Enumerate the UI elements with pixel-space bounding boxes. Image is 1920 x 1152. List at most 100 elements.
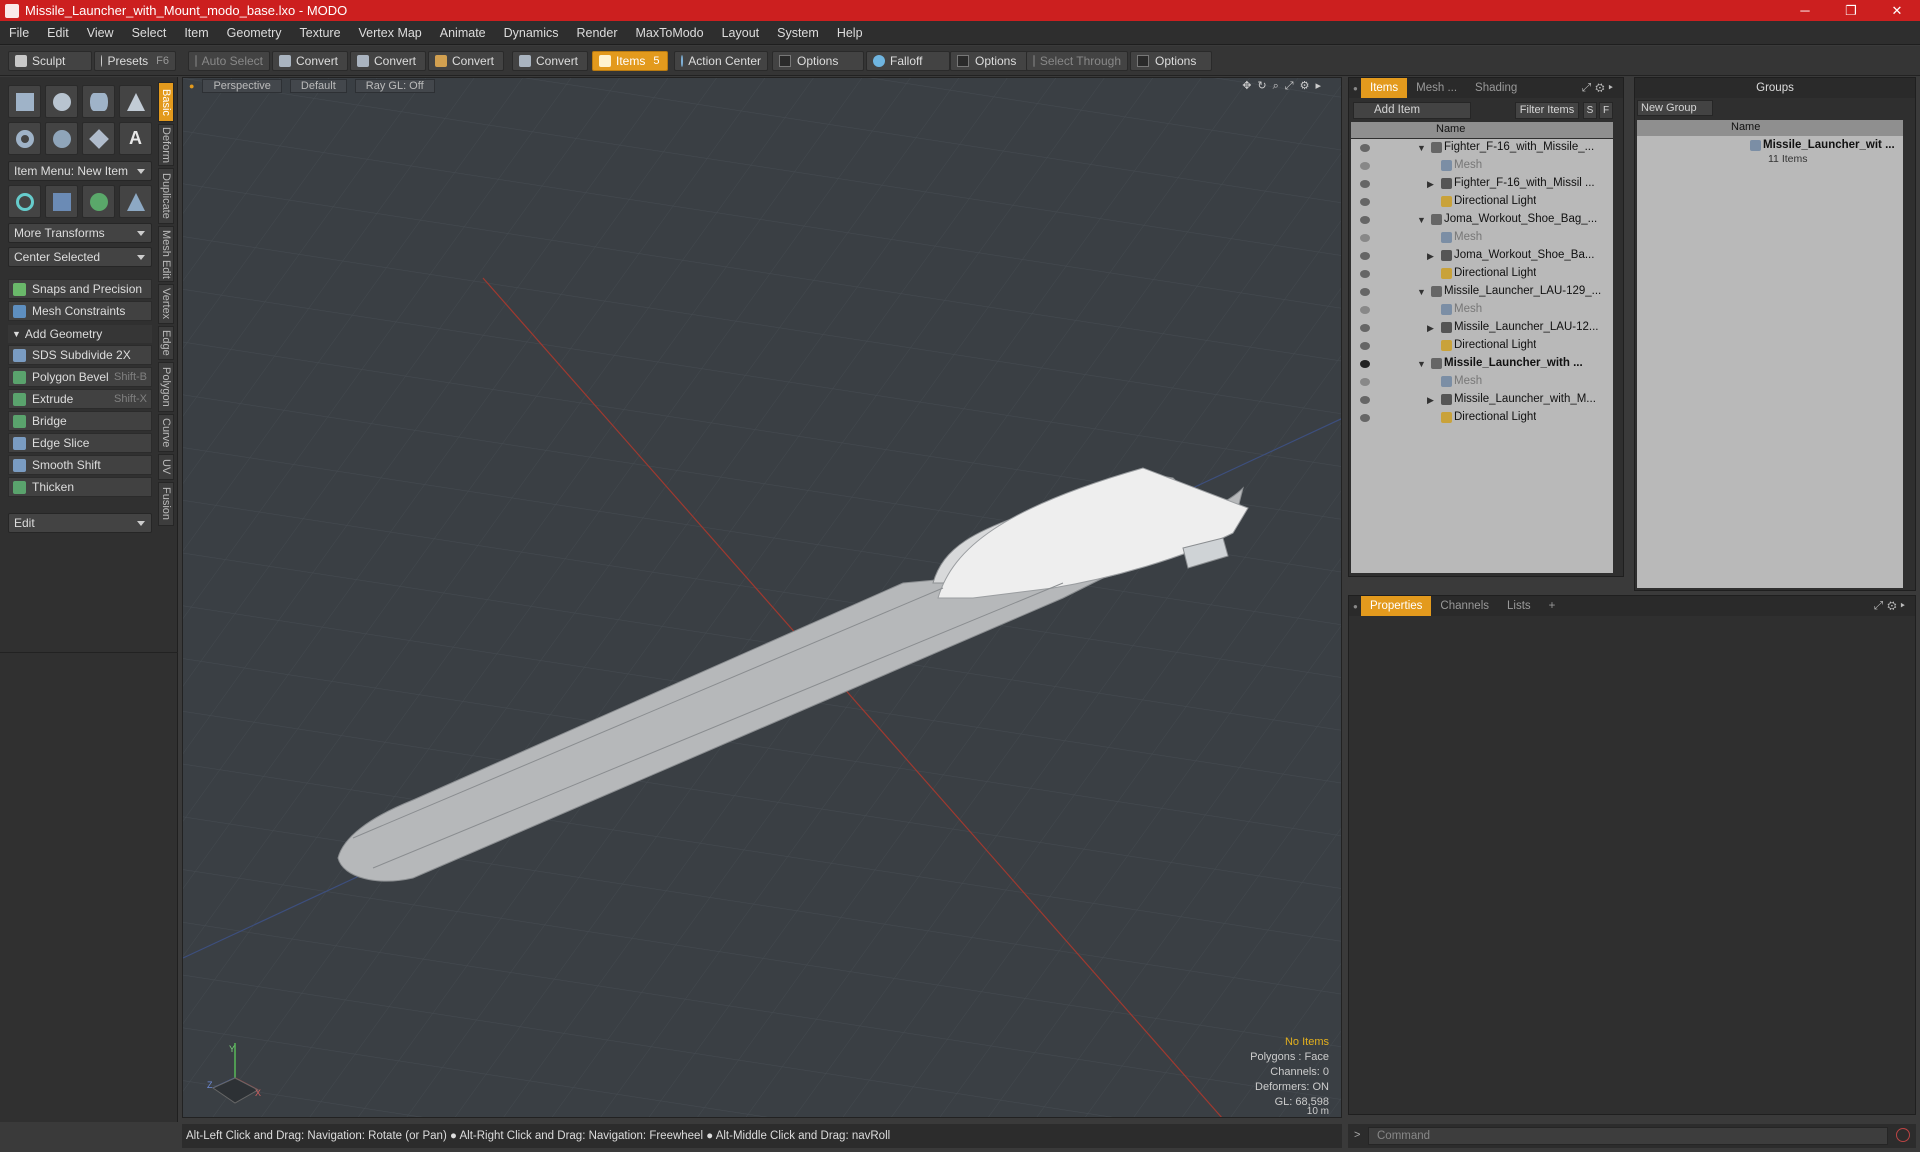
viewport-nav-icons[interactable]: ✥↻⌕⤢⚙▸ bbox=[1242, 79, 1327, 93]
visibility-eye-icon[interactable] bbox=[1360, 342, 1370, 350]
tab-channels[interactable]: Channels bbox=[1431, 596, 1498, 616]
filter-items-button[interactable]: Filter Items bbox=[1515, 102, 1579, 119]
menu-animate[interactable]: Animate bbox=[431, 26, 495, 40]
visibility-eye-icon[interactable] bbox=[1360, 270, 1370, 278]
capsule-primitive-button[interactable] bbox=[45, 122, 78, 155]
item-row[interactable]: Mesh bbox=[1351, 157, 1613, 175]
convert-button-3[interactable]: Convert bbox=[428, 51, 504, 71]
panel-menu-icon[interactable]: ● bbox=[1353, 84, 1361, 93]
thicken-button[interactable]: Thicken bbox=[8, 477, 152, 497]
groups-name-column-header[interactable]: Name bbox=[1731, 121, 1760, 133]
menu-texture[interactable]: Texture bbox=[291, 26, 350, 40]
scale-button[interactable] bbox=[119, 185, 152, 218]
properties-menu-icon[interactable]: ● bbox=[1353, 602, 1361, 611]
falloff-button[interactable]: Falloff bbox=[866, 51, 950, 71]
command-input[interactable]: Command bbox=[1368, 1127, 1888, 1145]
visibility-eye-icon[interactable] bbox=[1360, 378, 1370, 386]
torus-primitive-button[interactable] bbox=[8, 122, 41, 155]
expand-arrow-right-icon[interactable]: ▶ bbox=[1427, 251, 1434, 262]
expand-arrow-down-icon[interactable]: ▼ bbox=[1417, 359, 1426, 369]
move-button[interactable] bbox=[45, 185, 78, 218]
select-through-button[interactable]: Select Through bbox=[1026, 51, 1128, 71]
tab-lists[interactable]: Lists bbox=[1498, 596, 1540, 616]
convert-button-2[interactable]: Convert bbox=[350, 51, 426, 71]
items-mode-button[interactable]: Items 5 bbox=[592, 51, 668, 71]
options-checkbox-1[interactable] bbox=[779, 55, 791, 67]
tab-fusion[interactable]: Fusion bbox=[158, 482, 174, 526]
item-row[interactable]: Directional Light bbox=[1351, 337, 1613, 355]
add-item-button[interactable]: Add Item bbox=[1353, 102, 1471, 119]
tab-shading[interactable]: Shading bbox=[1466, 78, 1526, 98]
tab-duplicate[interactable]: Duplicate bbox=[158, 168, 174, 224]
menu-system[interactable]: System bbox=[768, 26, 828, 40]
item-menu-dropdown[interactable]: Item Menu: New Item bbox=[8, 161, 152, 181]
view-type-dropdown[interactable]: Perspective bbox=[202, 79, 282, 93]
tab-curve[interactable]: Curve bbox=[158, 414, 174, 452]
convert-button-1[interactable]: Convert bbox=[272, 51, 348, 71]
tab-deform[interactable]: Deform bbox=[158, 124, 174, 166]
expand-arrow-down-icon[interactable]: ▼ bbox=[1417, 215, 1426, 225]
item-row[interactable]: Directional Light bbox=[1351, 409, 1613, 427]
visibility-eye-icon[interactable] bbox=[1360, 414, 1370, 422]
item-row[interactable]: ▶ Joma_Workout_Shoe_Ba... bbox=[1351, 247, 1613, 265]
expand-arrow-right-icon[interactable]: ▶ bbox=[1427, 179, 1434, 190]
bridge-button[interactable]: Bridge bbox=[8, 411, 152, 431]
tab-vertex[interactable]: Vertex bbox=[158, 284, 174, 324]
item-row[interactable]: Directional Light bbox=[1351, 265, 1613, 283]
tab-mesh[interactable]: Mesh ... bbox=[1407, 78, 1466, 98]
sds-subdivide-button[interactable]: SDS Subdivide 2X bbox=[8, 345, 152, 365]
snaps-precision-button[interactable]: Snaps and Precision bbox=[8, 279, 152, 299]
visibility-eye-icon[interactable] bbox=[1360, 144, 1370, 152]
add-tab-button[interactable]: + bbox=[1540, 596, 1565, 616]
menu-select[interactable]: Select bbox=[123, 26, 176, 40]
menu-geometry[interactable]: Geometry bbox=[218, 26, 291, 40]
action-center-button[interactable]: Action Center bbox=[674, 51, 768, 71]
tab-edge[interactable]: Edge bbox=[158, 326, 174, 360]
item-row[interactable]: ▼ Missile_Launcher_LAU-129_... bbox=[1351, 283, 1613, 301]
rotate-button[interactable] bbox=[82, 185, 115, 218]
tab-polygon[interactable]: Polygon bbox=[158, 362, 174, 412]
tab-uv[interactable]: UV bbox=[158, 454, 174, 480]
item-row[interactable]: Directional Light bbox=[1351, 193, 1613, 211]
options-checkbox-3[interactable] bbox=[1137, 55, 1149, 67]
visibility-eye-icon[interactable] bbox=[1360, 198, 1370, 206]
edge-slice-button[interactable]: Edge Slice bbox=[8, 433, 152, 453]
raygl-dropdown[interactable]: Ray GL: Off bbox=[354, 79, 435, 93]
visibility-eye-icon[interactable] bbox=[1360, 180, 1370, 188]
3d-viewport[interactable]: ● Perspective Default Ray GL: Off ✥↻⌕⤢⚙▸… bbox=[182, 77, 1342, 1118]
options-button-1[interactable]: Options bbox=[772, 51, 864, 71]
item-row[interactable]: ▼ Fighter_F-16_with_Missile_... bbox=[1351, 139, 1613, 157]
filter-s-button[interactable]: S bbox=[1583, 102, 1597, 119]
record-icon[interactable] bbox=[1896, 1128, 1910, 1142]
auto-select-button[interactable]: Auto Select bbox=[188, 51, 270, 71]
convert-button-4[interactable]: Convert bbox=[512, 51, 588, 71]
cube-primitive-button[interactable] bbox=[8, 85, 41, 118]
visibility-eye-icon[interactable] bbox=[1360, 360, 1370, 368]
visibility-eye-icon[interactable] bbox=[1360, 234, 1370, 242]
expand-arrow-right-icon[interactable]: ▶ bbox=[1427, 323, 1434, 334]
sculpt-button[interactable]: Sculpt bbox=[8, 51, 92, 71]
polygon-bevel-button[interactable]: Polygon Bevel Shift-B bbox=[8, 367, 152, 387]
close-button[interactable]: ✕ bbox=[1874, 0, 1920, 21]
smooth-shift-button[interactable]: Smooth Shift bbox=[8, 455, 152, 475]
menu-layout[interactable]: Layout bbox=[713, 26, 769, 40]
menu-help[interactable]: Help bbox=[828, 26, 872, 40]
visibility-eye-icon[interactable] bbox=[1360, 252, 1370, 260]
shading-dropdown[interactable]: Default bbox=[289, 79, 347, 93]
transform-button[interactable] bbox=[8, 185, 41, 218]
visibility-eye-icon[interactable] bbox=[1360, 306, 1370, 314]
item-row[interactable]: Mesh bbox=[1351, 229, 1613, 247]
expand-arrow-down-icon[interactable]: ▼ bbox=[1417, 143, 1426, 153]
item-row[interactable]: ▶ Missile_Launcher_LAU-12... bbox=[1351, 319, 1613, 337]
item-row[interactable]: ▶ Missile_Launcher_with_M... bbox=[1351, 391, 1613, 409]
options-button-2[interactable]: Options bbox=[950, 51, 1030, 71]
options-checkbox-2[interactable] bbox=[957, 55, 969, 67]
tab-items[interactable]: Items bbox=[1361, 78, 1408, 98]
visibility-eye-icon[interactable] bbox=[1360, 216, 1370, 224]
filter-f-button[interactable]: F bbox=[1599, 102, 1613, 119]
maximize-button[interactable]: ❐ bbox=[1828, 0, 1874, 21]
menu-maxtomodo[interactable]: MaxToModo bbox=[627, 26, 713, 40]
presets-button[interactable]: Presets F6 bbox=[94, 51, 176, 71]
name-column-header[interactable]: Name bbox=[1436, 123, 1465, 135]
menu-render[interactable]: Render bbox=[568, 26, 627, 40]
